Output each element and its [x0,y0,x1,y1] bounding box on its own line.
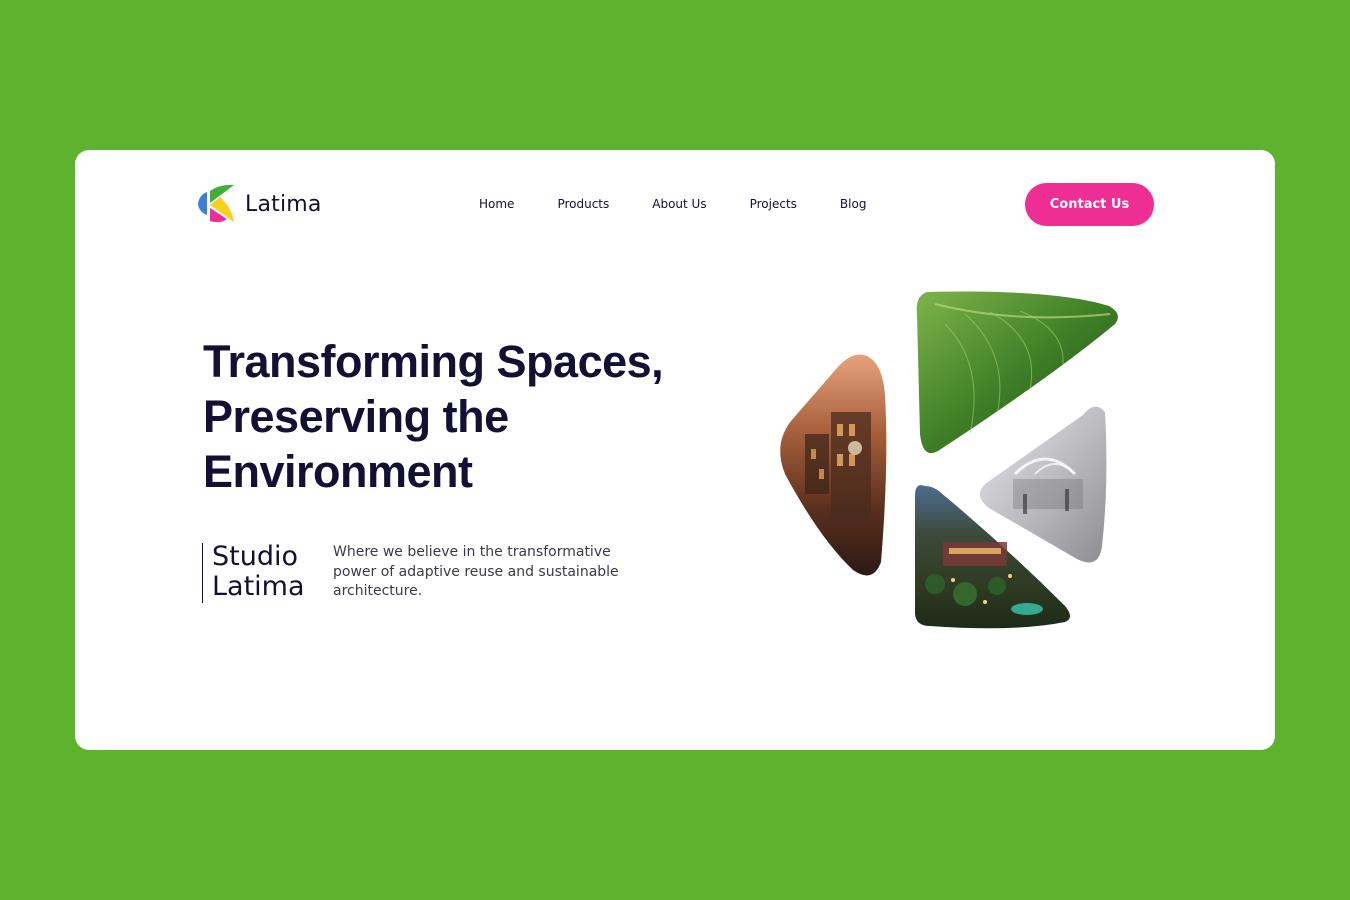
image-collage [780,291,1118,629]
brand-logo[interactable]: Latima [196,184,322,224]
nav-home[interactable]: Home [479,196,514,212]
nav-products[interactable]: Products [557,196,609,212]
studio-block: Studio Latima [202,541,322,603]
building-photo [780,354,887,576]
main-nav: Home Products About Us Projects Blog [479,196,909,212]
nav-about-us[interactable]: About Us [652,196,706,212]
latima-logo-icon [198,184,234,223]
hero-tagline: Where we believe in the transformative p… [333,544,619,599]
contact-us-button[interactable]: Contact Us [1025,183,1154,226]
hero-title: Transforming Spaces, Preserving the Envi… [203,336,664,497]
studio-name: Studio Latima [212,541,305,602]
interior-photo [979,406,1107,563]
brand-name: Latima [245,191,322,217]
nav-projects[interactable]: Projects [750,196,797,212]
nav-blog[interactable]: Blog [840,196,867,212]
hero-card: Latima Home Products About Us Projects B… [75,150,1275,750]
